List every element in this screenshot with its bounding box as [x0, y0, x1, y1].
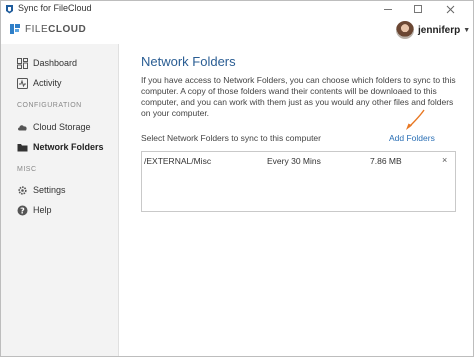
section-label-configuration: CONFIGURATION — [17, 102, 82, 109]
minimize-icon — [384, 8, 392, 10]
cloud-icon — [17, 122, 28, 133]
username: jenniferp — [418, 24, 461, 36]
dashboard-icon — [17, 57, 28, 69]
sidebar-item-label: Activity — [33, 78, 62, 88]
gear-icon — [17, 185, 28, 196]
sidebar-item-network-folders[interactable]: Network Folders — [17, 139, 104, 155]
app-icon — [6, 5, 13, 14]
folder-size: 7.86 MB — [370, 156, 402, 166]
sidebar-item-label: Settings — [33, 185, 66, 195]
close-button[interactable] — [435, 1, 465, 17]
sync-frequency: Every 30 Mins — [267, 156, 321, 166]
sidebar-item-dashboard[interactable]: Dashboard — [17, 55, 77, 71]
chevron-down-icon: ▼ — [463, 26, 471, 34]
add-folders-link[interactable]: Add Folders — [389, 133, 435, 143]
minimize-button[interactable] — [373, 1, 403, 17]
app-window: Sync for FileCloud FILECLOUD jenniferp ▼ — [0, 0, 474, 357]
sidebar-item-help[interactable]: ? Help — [17, 202, 52, 218]
arrow-annotation-icon — [406, 109, 425, 130]
sidebar-item-activity[interactable]: Activity — [17, 75, 62, 91]
select-instructions: Select Network Folders to sync to this c… — [141, 133, 321, 143]
logo-icon — [10, 24, 20, 34]
svg-text:?: ? — [20, 206, 25, 215]
title-bar: Sync for FileCloud — [1, 1, 473, 17]
main-content: Network Folders If you have access to Ne… — [120, 44, 473, 356]
network-folders-list[interactable]: /EXTERNAL/Misc Every 30 Mins 7.86 MB × — [141, 151, 456, 212]
section-label-misc: MISC — [17, 166, 37, 173]
activity-icon — [17, 77, 28, 89]
sidebar-item-label: Cloud Storage — [33, 122, 91, 132]
sidebar: Dashboard Activity CONFIGURATION Cloud S… — [1, 44, 119, 356]
folder-path: /EXTERNAL/Misc — [144, 156, 212, 166]
network-folder-icon — [17, 142, 28, 153]
help-icon: ? — [17, 205, 28, 216]
user-menu[interactable]: jenniferp ▼ — [396, 21, 470, 39]
close-icon — [446, 5, 454, 13]
page-title: Network Folders — [141, 54, 236, 69]
sidebar-item-label: Dashboard — [33, 58, 78, 68]
remove-folder-icon[interactable]: × — [442, 155, 447, 165]
sidebar-item-label: Network Folders — [33, 142, 104, 152]
sidebar-item-settings[interactable]: Settings — [17, 182, 66, 198]
logo-text-b: CLOUD — [48, 23, 87, 35]
app-header: FILECLOUD jenniferp ▼ — [1, 17, 473, 44]
maximize-icon — [414, 5, 422, 13]
window-title: Sync for FileCloud — [18, 3, 92, 13]
logo-text-a: FILE — [25, 23, 49, 35]
avatar — [396, 21, 414, 39]
filecloud-logo: FILECLOUD — [9, 23, 86, 35]
sidebar-item-label: Help — [33, 205, 52, 215]
list-item[interactable]: /EXTERNAL/Misc Every 30 Mins 7.86 MB × — [142, 155, 455, 168]
maximize-button[interactable] — [403, 1, 433, 17]
sidebar-item-cloud-storage[interactable]: Cloud Storage — [17, 119, 91, 135]
